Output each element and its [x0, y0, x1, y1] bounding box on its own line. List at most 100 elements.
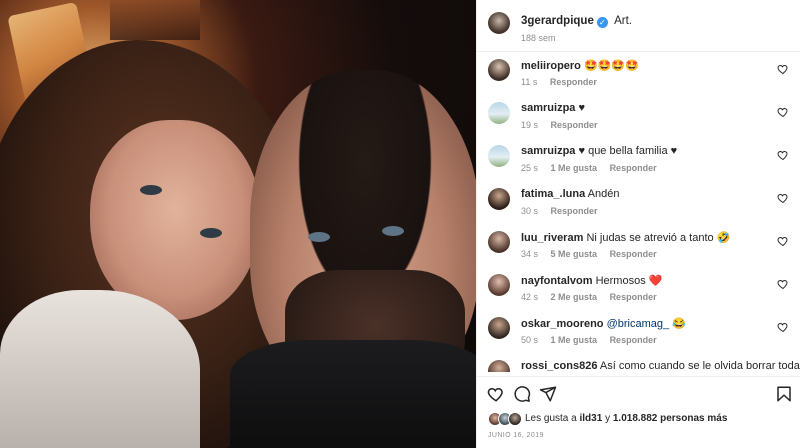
comment-username[interactable]: samruizpa [521, 102, 575, 114]
reply-button[interactable]: Responder [610, 292, 657, 302]
reply-button[interactable]: Responder [550, 77, 597, 87]
comment-time[interactable]: 19 s [521, 120, 538, 130]
woman-shirt [0, 290, 200, 448]
likes-joiner: y [605, 413, 611, 424]
comment-likes-count[interactable]: 1 Me gusta [551, 335, 598, 345]
comment-meta: 19 s Responder [521, 120, 608, 130]
likes-summary: Les gusta a ild31 y 1.018.882 personas m… [477, 408, 800, 430]
reply-button[interactable]: Responder [610, 249, 657, 259]
commenter-avatar[interactable] [488, 360, 510, 372]
comment-like-heart-icon[interactable] [777, 321, 789, 333]
comment-likes-count[interactable]: 5 Me gusta [551, 249, 598, 259]
commenter-avatar[interactable] [488, 231, 510, 253]
man-eye-left [308, 232, 330, 242]
comment-item: fatima_.luna Andén 30 s Responder [477, 181, 800, 224]
comment-item: meliiropero 🤩🤩🤩🤩 11 s Responder [477, 52, 800, 95]
comment-meta: 34 s 5 Me gusta Responder [521, 249, 667, 259]
post-time[interactable]: 188 sem [521, 33, 556, 43]
commenter-avatar[interactable] [488, 274, 510, 296]
comment-meta: 42 s 2 Me gusta Responder [521, 292, 667, 302]
comment-item: luu_riveram Ni judas se atrevió a tanto … [477, 224, 800, 267]
bookmark-icon[interactable] [775, 385, 793, 403]
comment-text-line: luu_riveram Ni judas se atrevió a tanto … [521, 231, 730, 244]
comment-meta: 11 s Responder [521, 77, 607, 87]
comment-meta: 30 s Responder [521, 206, 608, 216]
comment-like-heart-icon[interactable] [777, 149, 789, 161]
comment-text-line: rossi_cons826 Así como cuando se le olvi… [521, 360, 800, 372]
comment-text-line: nayfontalvom Hermosos ❤️ [521, 274, 662, 287]
post-photo [0, 0, 476, 448]
ceiling-beam [110, 0, 200, 40]
woman-eye-right [200, 228, 222, 238]
post-caption: Art. [614, 15, 632, 27]
comment-text: 🤩🤩🤩🤩 [583, 60, 639, 72]
liker-avatar[interactable] [508, 412, 522, 426]
comment-text-mention[interactable]: @bricamag_ 😂 [607, 318, 686, 330]
comment-text-line: oskar_mooreno @bricamag_ 😂 [521, 317, 686, 330]
comment-time[interactable]: 30 s [521, 206, 538, 216]
comment-text: Andén [587, 188, 620, 200]
comment-meta: 25 s 1 Me gusta Responder [521, 163, 667, 173]
comment-text-line: meliiropero 🤩🤩🤩🤩 [521, 59, 639, 72]
reply-button[interactable]: Responder [551, 120, 598, 130]
commenter-avatar[interactable] [488, 59, 510, 81]
likes-prefix: Les gusta a [525, 413, 577, 424]
author-line: 3gerardpique ✓ Art. [521, 15, 632, 28]
comment-item: nayfontalvom Hermosos ❤️ 42 s 2 Me gusta… [477, 267, 800, 310]
comment-username[interactable]: rossi_cons826 [521, 360, 597, 372]
comment-time[interactable]: 42 s [521, 292, 538, 302]
comment-time[interactable]: 34 s [521, 249, 538, 259]
comment-username[interactable]: nayfontalvom [521, 275, 593, 287]
author-avatar[interactable] [488, 12, 510, 34]
comment-item: samruizpa ♥ que bella familia ♥ 25 s 1 M… [477, 138, 800, 181]
author-username[interactable]: 3gerardpique [521, 15, 594, 27]
comment-like-heart-icon[interactable] [777, 235, 789, 247]
comment-like-heart-icon[interactable] [777, 106, 789, 118]
comment-username[interactable]: samruizpa [521, 145, 575, 157]
comment-text: ♥ [578, 102, 586, 114]
comment-text: Ni judas se atrevió a tanto 🤣 [586, 232, 731, 244]
comment-text: ♥ que bella familia ♥ [578, 145, 678, 157]
likes-text: Les gusta a ild31 y 1.018.882 personas m… [525, 413, 727, 424]
comment-like-heart-icon[interactable] [777, 192, 789, 204]
comment-item: samruizpa ♥ 19 s Responder [477, 95, 800, 138]
reply-button[interactable]: Responder [610, 335, 657, 345]
post-side-panel: 3gerardpique ✓ Art. 188 sem meliiropero 🤩… [476, 0, 800, 448]
comments-list[interactable]: meliiropero 🤩🤩🤩🤩 11 s Responder samruizp… [477, 52, 800, 372]
comment-time[interactable]: 50 s [521, 335, 538, 345]
comment-text-line: fatima_.luna Andén [521, 188, 619, 200]
comment-likes-count[interactable]: 1 Me gusta [551, 163, 598, 173]
comment-username[interactable]: meliiropero [521, 60, 581, 72]
post-header: 3gerardpique ✓ Art. 188 sem [477, 0, 800, 52]
comment-username[interactable]: fatima_.luna [521, 188, 585, 200]
commenter-avatar[interactable] [488, 102, 510, 124]
reply-button[interactable]: Responder [551, 206, 598, 216]
likes-count[interactable]: 1.018.882 personas más [613, 413, 728, 424]
comment-time[interactable]: 25 s [521, 163, 538, 173]
post-date[interactable]: JUNIO 16, 2019 [488, 432, 544, 439]
send-icon[interactable] [539, 385, 557, 403]
reply-button[interactable]: Responder [610, 163, 657, 173]
man-eye-right [382, 226, 404, 236]
comment-like-heart-icon[interactable] [777, 278, 789, 290]
commenter-avatar[interactable] [488, 145, 510, 167]
verified-icon: ✓ [596, 17, 608, 28]
heart-icon[interactable] [487, 385, 505, 403]
comment-text: Hermosos ❤️ [595, 275, 663, 287]
commenter-avatar[interactable] [488, 188, 510, 210]
comment-likes-count[interactable]: 2 Me gusta [551, 292, 598, 302]
comment-username[interactable]: oskar_mooreno [521, 318, 604, 330]
man-jacket [230, 340, 476, 448]
comment-time[interactable]: 11 s [521, 77, 537, 87]
comment-like-heart-icon[interactable] [777, 63, 789, 75]
likes-user[interactable]: ild31 [580, 413, 603, 424]
woman-eye-left [140, 185, 162, 195]
comment-text: Así como cuando se le olvida borrar toda… [599, 360, 800, 372]
post-action-bar [477, 376, 800, 410]
comment-icon[interactable] [513, 385, 531, 403]
comment-text-line: samruizpa ♥ que bella familia ♥ [521, 145, 677, 157]
comment-username[interactable]: luu_riveram [521, 232, 583, 244]
commenter-avatar[interactable] [488, 317, 510, 339]
comment-item: oskar_mooreno @bricamag_ 😂 50 s 1 Me gus… [477, 310, 800, 353]
comment-meta: 50 s 1 Me gusta Responder [521, 335, 667, 345]
